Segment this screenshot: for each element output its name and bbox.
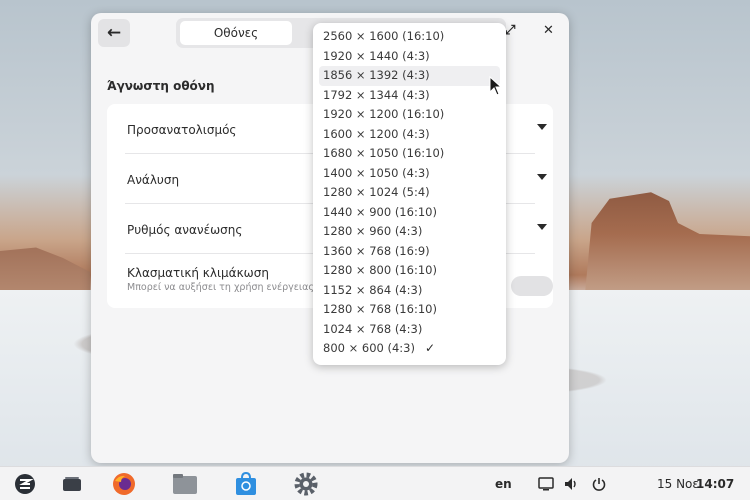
wallpaper-mesa-right (584, 192, 750, 300)
resolution-option[interactable]: 1280 × 768 (16:10) (319, 300, 500, 320)
resolution-option-label: 1280 × 800 (16:10) (323, 263, 437, 277)
resolution-option-label: 1152 × 864 (4:3) (323, 282, 423, 297)
fractional-scaling-subtitle: Μπορεί να αυξήσει τη χρήση ενέργειας (127, 282, 314, 293)
resolution-dropdown: 2560 × 1600 (16:10) 1920 × 1440 (4:3) 1856… (313, 23, 506, 365)
resolution-option-label: 1440 × 900 (16:10) (323, 204, 437, 219)
resolution-option[interactable]: 1280 × 800 (16:10) (319, 261, 500, 281)
resolution-option-label: 1856 × 1392 (4:3) (323, 68, 430, 82)
tab-displays-label: Οθόνες (213, 26, 259, 40)
workspaces-icon[interactable] (59, 471, 85, 497)
taskbar: en 15 Νοε 14:07 (0, 466, 750, 500)
firefox-icon[interactable] (111, 471, 137, 497)
screen-icon[interactable] (533, 471, 559, 497)
zorin-menu-icon[interactable] (12, 471, 38, 497)
resolution-option-label: 1024 × 768 (4:3) (323, 321, 423, 336)
resolution-option[interactable]: 1856 × 1392 (4:3) (319, 66, 500, 86)
resolution-option[interactable]: 1400 × 1050 (4:3) (319, 164, 500, 184)
refresh-rate-label: Ρυθμός ανανέωσης (127, 223, 243, 237)
arrow-left-icon: ← (106, 23, 122, 43)
resolution-option-label: 1360 × 768 (16:9) (323, 243, 430, 258)
caret-down-icon (537, 124, 547, 130)
tab-displays[interactable]: Οθόνες (180, 21, 292, 45)
fractional-scaling-label: Κλασματική κλιμάκωση (127, 266, 269, 280)
resolution-option-label: 1600 × 1200 (4:3) (323, 126, 430, 141)
orientation-label: Προσανατολισμός (127, 123, 237, 137)
resolution-option[interactable]: 1920 × 1200 (16:10) (319, 105, 500, 125)
resolution-option-label: 1400 × 1050 (4:3) (323, 165, 430, 180)
resolution-option[interactable]: 1792 × 1344 (4:3) (319, 86, 500, 106)
close-icon[interactable]: ✕ (543, 23, 554, 38)
caret-down-icon (537, 224, 547, 230)
resolution-option[interactable]: 800 × 600 (4:3) ✓ (319, 339, 500, 359)
clock-date[interactable]: 15 Νοε (657, 477, 699, 491)
keyboard-language[interactable]: en (495, 477, 512, 491)
resolution-option[interactable]: 1152 × 864 (4:3) (319, 281, 500, 301)
resolution-option[interactable]: 1920 × 1440 (4:3) (319, 47, 500, 67)
mouse-cursor-icon (489, 76, 503, 96)
resolution-option[interactable]: 1680 × 1050 (16:10) (319, 144, 500, 164)
resolution-option-label: 1792 × 1344 (4:3) (323, 87, 430, 102)
resolution-option-label: 1680 × 1050 (16:10) (323, 146, 445, 160)
fractional-scaling-toggle[interactable] (511, 276, 553, 296)
resolution-option[interactable]: 1024 × 768 (4:3) (319, 320, 500, 340)
resolution-option[interactable]: 1440 × 900 (16:10) (319, 203, 500, 223)
software-store-icon[interactable] (233, 471, 259, 497)
resolution-option[interactable]: 2560 × 1600 (16:10) (319, 27, 500, 47)
display-name-heading: Άγνωστη οθόνη (107, 79, 215, 93)
files-icon[interactable] (172, 471, 198, 497)
caret-down-icon (537, 174, 547, 180)
resolution-option-label: 1280 × 960 (4:3) (323, 224, 423, 238)
maximize-icon[interactable]: ⤢ (505, 23, 515, 38)
volume-icon[interactable] (559, 471, 585, 497)
clock-time[interactable]: 14:07 (696, 477, 734, 491)
resolution-option[interactable]: 1600 × 1200 (4:3) (319, 125, 500, 145)
resolution-option-label: 800 × 600 (4:3) (323, 341, 415, 355)
resolution-label: Ανάλυση (127, 173, 180, 187)
resolution-option-label: 2560 × 1600 (16:10) (323, 29, 445, 43)
resolution-option[interactable]: 1280 × 960 (4:3) (319, 222, 500, 242)
power-icon[interactable] (586, 471, 612, 497)
resolution-option-label: 1920 × 1200 (16:10) (323, 107, 445, 121)
settings-gear-icon[interactable] (293, 471, 319, 497)
resolution-option[interactable]: 1280 × 1024 (5:4) (319, 183, 500, 203)
resolution-option-label: 1280 × 768 (16:10) (323, 302, 437, 316)
back-button[interactable]: ← (98, 19, 130, 47)
resolution-option-label: 1280 × 1024 (5:4) (323, 185, 430, 199)
checkmark-icon: ✓ (424, 341, 436, 355)
resolution-option-label: 1920 × 1440 (4:3) (323, 48, 430, 63)
resolution-option[interactable]: 1360 × 768 (16:9) (319, 242, 500, 262)
